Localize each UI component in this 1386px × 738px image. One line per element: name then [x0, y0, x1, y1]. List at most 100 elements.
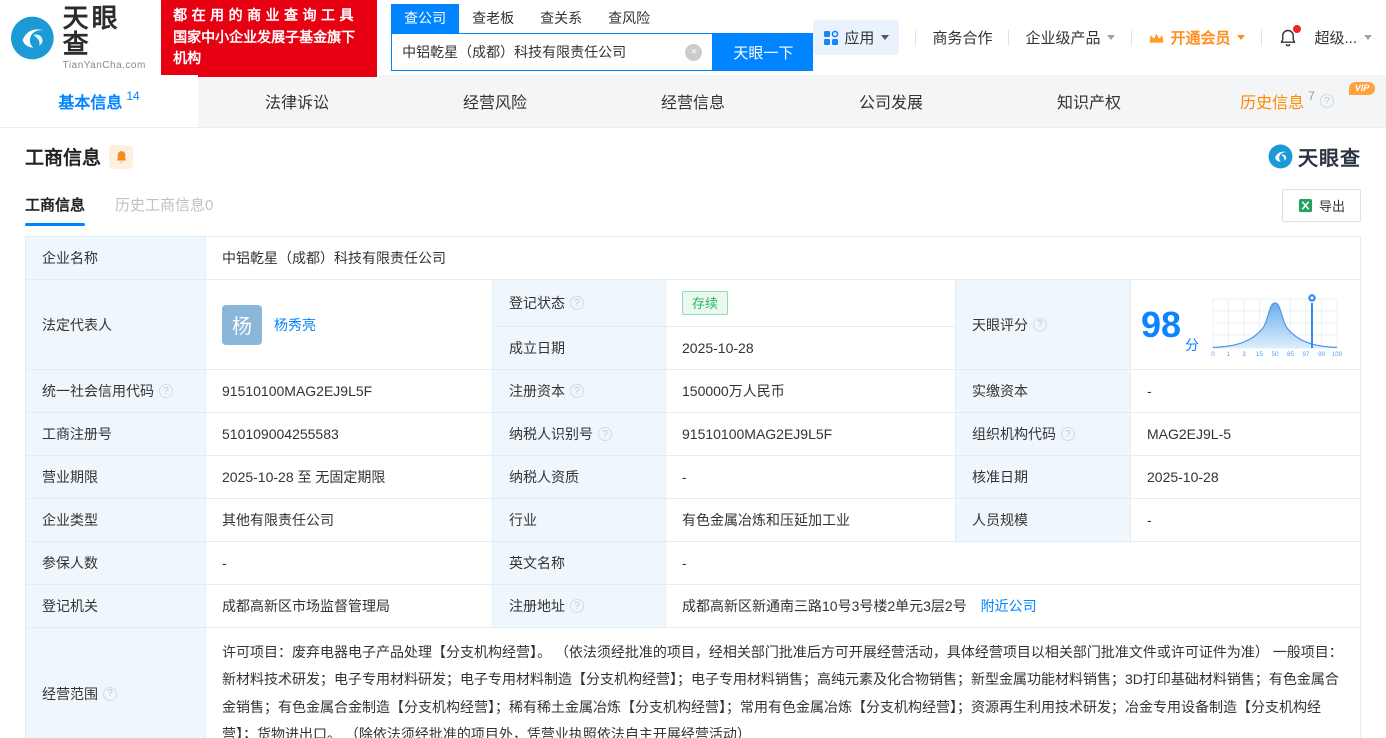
search-tabs: 查公司 查老板 查关系 查风险 [391, 4, 814, 34]
field-label-text: 纳税人识别号 [509, 426, 593, 442]
help-icon[interactable]: ? [103, 686, 117, 701]
help-icon[interactable]: ? [570, 599, 584, 613]
promo-line2: 国家中小企业发展子基金旗下机构 [173, 28, 356, 67]
svg-text:0: 0 [1211, 351, 1215, 358]
search-tab-relation[interactable]: 查关系 [527, 4, 595, 33]
svg-text:50: 50 [1272, 351, 1279, 358]
english-name-value: - [665, 541, 1361, 585]
tab-label: 知识产权 [1056, 95, 1121, 112]
company-type-value: 其他有限责任公司 [205, 498, 493, 542]
svg-text:85: 85 [1287, 351, 1294, 358]
help-icon[interactable]: ? [570, 296, 584, 310]
notification-bell[interactable] [1278, 24, 1302, 48]
field-label: 企业类型 [25, 498, 206, 542]
subtab-history-business-info[interactable]: 历史工商信息0 [115, 194, 213, 226]
taxpayer-id-value: 91510100MAG2EJ9L5F [665, 412, 956, 456]
tab-label: 经营信息 [660, 95, 725, 112]
export-button[interactable]: 导出 [1281, 189, 1361, 222]
registry-authority-value: 成都高新区市场监督管理局 [205, 584, 493, 628]
legal-rep-link[interactable]: 杨秀亮 [274, 315, 316, 335]
table-row: 统一社会信用代码? 91510100MAG2EJ9L5F 注册资本? 15000… [25, 369, 1361, 413]
field-label: 纳税人资质 [492, 455, 666, 499]
help-icon[interactable]: ? [1319, 94, 1334, 108]
cooperation-menu[interactable]: 商务合作 [932, 27, 992, 48]
search-tab-boss[interactable]: 查老板 [459, 4, 527, 33]
tab-label: 法律诉讼 [264, 95, 329, 112]
status-badge: 存续 [682, 291, 729, 315]
super-vip-label: 超级... [1314, 30, 1357, 47]
search-box: × [391, 33, 714, 71]
establish-date-value: 2025-10-28 [665, 326, 956, 370]
search-input[interactable] [392, 44, 686, 60]
field-label: 行业 [492, 498, 666, 542]
tab-label: 公司发展 [858, 95, 923, 112]
svg-text:99: 99 [1318, 351, 1325, 358]
apps-grid-icon [824, 30, 839, 45]
open-vip-label: 开通会员 [1170, 30, 1231, 47]
field-label: 组织机构代码? [955, 412, 1131, 456]
credit-code-value: 91510100MAG2EJ9L5F [205, 369, 493, 413]
registered-address-value: 成都高新区新通南三路10号3号楼2单元3层2号 [682, 598, 967, 614]
help-icon[interactable]: ? [159, 384, 173, 398]
field-label-text: 注册资本 [509, 383, 565, 399]
enterprise-label: 企业级产品 [1025, 30, 1101, 47]
apps-menu[interactable]: 应用 [813, 20, 900, 55]
tab-count: 7 [1308, 89, 1315, 103]
divider [1131, 29, 1133, 46]
subtab-business-info[interactable]: 工商信息 [25, 194, 86, 226]
super-vip-menu[interactable]: 超级... [1314, 27, 1372, 48]
approval-date-value: 2025-10-28 [1130, 455, 1361, 499]
export-label: 导出 [1318, 199, 1345, 214]
tab-legal-litigation[interactable]: 法律诉讼 [198, 75, 396, 127]
search-block: 查公司 查老板 查关系 查风险 × 天眼一下 [391, 4, 814, 71]
table-row: 法定代表人 杨 杨秀亮 登记状态? 存续 天眼评分? 98 分 0 1 3 15… [25, 279, 1361, 370]
svg-text:100: 100 [1332, 351, 1343, 358]
open-vip-menu[interactable]: 开通会员 [1148, 27, 1246, 48]
legal-rep-cell: 杨 杨秀亮 [205, 279, 493, 370]
field-label: 注册资本? [492, 369, 666, 413]
tab-intellectual-property[interactable]: 知识产权 [990, 75, 1188, 127]
caret-down-icon [881, 35, 890, 40]
reg-status-value: 存续 [665, 279, 956, 327]
table-row: 企业名称 中铝乾星（成都）科技有限责任公司 [25, 236, 1361, 280]
search-tab-risk[interactable]: 查风险 [595, 4, 663, 33]
tab-operation-risk[interactable]: 经营风险 [396, 75, 594, 127]
clear-search-icon[interactable]: × [685, 43, 703, 61]
tianyancha-logo[interactable]: 天眼查 TianYanCha.com [10, 5, 147, 71]
tab-basic-info[interactable]: 基本信息 14 [0, 75, 198, 127]
tab-company-development[interactable]: 公司发展 [792, 75, 990, 127]
help-icon[interactable]: ? [598, 427, 612, 441]
table-row: 工商注册号 510109004255583 纳税人识别号? 91510100MA… [25, 412, 1361, 456]
avatar[interactable]: 杨 [222, 304, 262, 345]
help-icon[interactable]: ? [1061, 427, 1075, 441]
promo-banner: 都在用的商业查询工具 国家中小企业发展子基金旗下机构 [161, 0, 378, 78]
monitor-bell-button[interactable] [109, 144, 134, 169]
brand-domain: TianYanCha.com [62, 59, 146, 71]
field-label: 法定代表人 [25, 279, 206, 370]
bell-icon [116, 150, 126, 163]
help-icon[interactable]: ? [1033, 317, 1047, 332]
tab-label: 历史信息 [1240, 95, 1305, 112]
table-row: 营业期限 2025-10-28 至 无固定期限 纳税人资质 - 核准日期 202… [25, 455, 1361, 499]
excel-icon [1298, 198, 1313, 213]
help-icon[interactable]: ? [570, 384, 584, 398]
field-label: 纳税人识别号? [492, 412, 666, 456]
search-button[interactable]: 天眼一下 [713, 33, 814, 71]
business-info-table: 企业名称 中铝乾星（成都）科技有限责任公司 法定代表人 杨 杨秀亮 登记状态? … [25, 236, 1361, 738]
industry-value: 有色金属冶炼和压延加工业 [665, 498, 956, 542]
field-label: 英文名称 [492, 541, 666, 585]
table-row: 经营范围? 许可项目：废弃电器电子产品处理【分支机构经营】。 （依法须经批准的项… [25, 626, 1361, 738]
divider [1008, 29, 1010, 46]
cooperation-label: 商务合作 [932, 30, 993, 47]
tab-operation-info[interactable]: 经营信息 [594, 75, 792, 127]
search-tab-company[interactable]: 查公司 [391, 4, 460, 33]
logo-swirl-icon [10, 16, 54, 59]
table-row: 参保人数 - 英文名称 - [25, 541, 1361, 585]
caret-down-icon [1107, 35, 1116, 40]
top-menu: 应用 商务合作 企业级产品 开通会员 超级... [813, 20, 1372, 55]
tab-history-info[interactable]: VIP 历史信息 7 ? [1188, 75, 1386, 127]
nearby-companies-link[interactable]: 附近公司 [981, 598, 1037, 614]
reg-number-value: 510109004255583 [205, 412, 493, 456]
section-title: 工商信息 [25, 148, 102, 169]
enterprise-menu[interactable]: 企业级产品 [1025, 27, 1116, 48]
